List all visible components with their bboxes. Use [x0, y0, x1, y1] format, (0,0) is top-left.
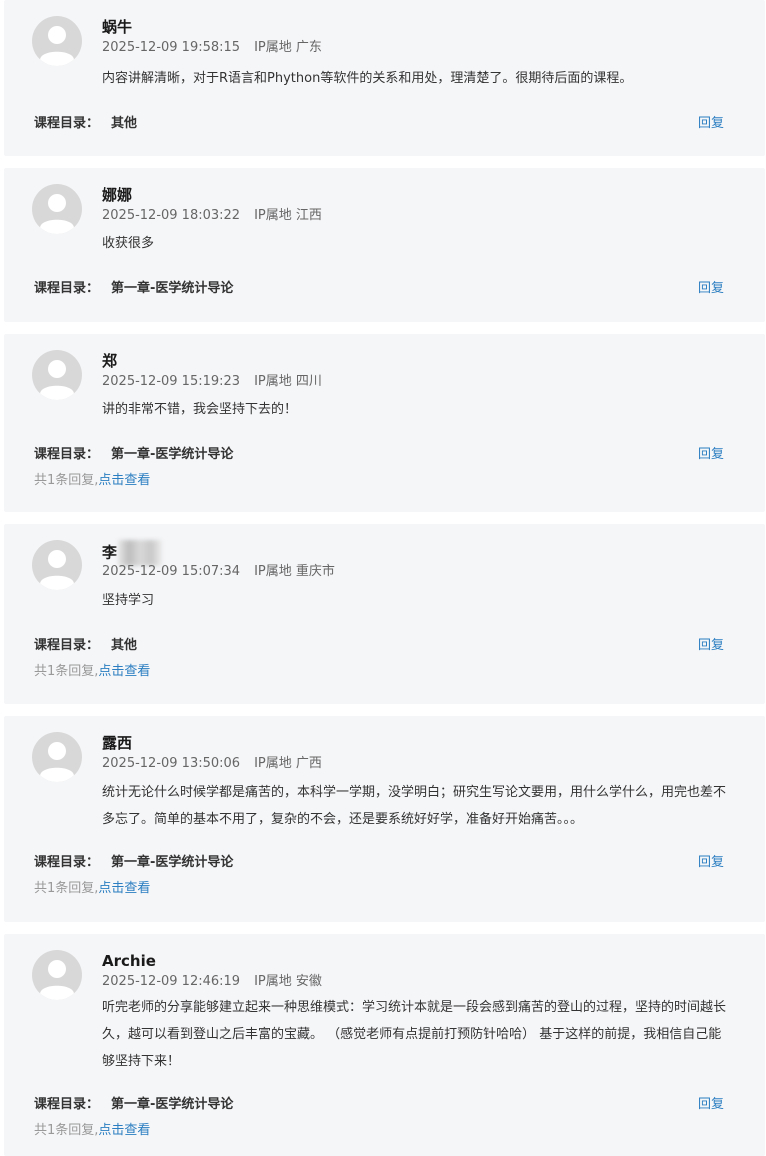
user-name[interactable]: Archie [102, 950, 156, 972]
view-replies-link[interactable]: 点击查看 [98, 881, 150, 896]
course-name: 其他 [111, 116, 138, 131]
course-name: 第一章-医学统计导论 [111, 281, 234, 296]
comment-text: 坚持学习 [102, 593, 155, 608]
comment-meta: 2025-12-09 15:07:34 IP属地 重庆市 [102, 563, 335, 581]
reply-button[interactable]: 回复 [698, 637, 724, 655]
course-directory: 课程目录： 第一章-医学统计导论 [34, 1096, 233, 1114]
comment-meta: 2025-12-09 19:58:15 IP属地 广东 [102, 39, 322, 57]
reply-button[interactable]: 回复 [698, 446, 724, 464]
timestamp: 2025-12-09 19:58:15 [102, 40, 241, 55]
course-name: 第一章-医学统计导论 [111, 855, 234, 870]
user-avatar-icon [40, 360, 74, 400]
user-name[interactable]: 郑 [102, 350, 117, 372]
course-directory: 课程目录： 第一章-医学统计导论 [34, 854, 233, 872]
course-label: 课程目录： [34, 447, 100, 462]
view-replies-link[interactable]: 点击查看 [98, 664, 150, 679]
ip-location: IP属地 重庆市 [254, 564, 335, 579]
reply-count: 共1条回复, [34, 473, 99, 488]
comment-text: 讲的非常不错，我会坚持下去的！ [102, 402, 298, 417]
course-directory: 课程目录： 第一章-医学统计导论 [34, 280, 233, 298]
course-label: 课程目录： [34, 281, 100, 296]
view-replies-link[interactable]: 点击查看 [98, 473, 150, 488]
user-avatar-icon [40, 26, 74, 66]
course-name: 第一章-医学统计导论 [111, 447, 234, 462]
ip-location: IP属地 四川 [254, 374, 322, 389]
reply-button[interactable]: 回复 [698, 1096, 724, 1114]
timestamp: 2025-12-09 13:50:06 [102, 756, 241, 771]
reply-button[interactable]: 回复 [698, 854, 724, 872]
course-name: 其他 [111, 638, 138, 653]
reply-count: 共1条回复, [34, 664, 99, 679]
reply-count: 共1条回复, [34, 1123, 99, 1138]
user-avatar-icon [40, 194, 74, 234]
avatar[interactable] [32, 184, 82, 234]
course-name: 第一章-医学统计导论 [111, 1097, 234, 1112]
ip-location: IP属地 广西 [254, 756, 322, 771]
comment-feed: 蜗牛 2025-12-09 19:58:15 IP属地 广东 内容讲解清晰，对于R… [0, 0, 766, 1156]
comment-card: 露西 2025-12-09 13:50:06 IP属地 广西 统计无论什么时候学都… [4, 716, 765, 922]
course-directory: 课程目录： 其他 [34, 115, 137, 133]
ip-location: IP属地 江西 [254, 208, 322, 223]
comment-card: 娜娜 2025-12-09 18:03:22 IP属地 江西 收获很多 课程目录：… [4, 168, 765, 322]
comment-card: 蜗牛 2025-12-09 19:58:15 IP属地 广东 内容讲解清晰，对于R… [4, 0, 765, 156]
reply-summary: 共1条回复,点击查看 [34, 663, 150, 681]
user-avatar-icon [40, 960, 74, 1000]
comment-card: 郑 2025-12-09 15:19:23 IP属地 四川 讲的非常不错，我会坚持… [4, 334, 765, 512]
user-name[interactable]: 露西 [102, 732, 132, 754]
timestamp: 2025-12-09 12:46:19 [102, 974, 241, 989]
avatar[interactable] [32, 16, 82, 66]
avatar[interactable] [32, 350, 82, 400]
course-label: 课程目录： [34, 855, 100, 870]
avatar[interactable] [32, 540, 82, 590]
comment-meta: 2025-12-09 18:03:22 IP属地 江西 [102, 207, 322, 225]
timestamp: 2025-12-09 18:03:22 [102, 208, 241, 223]
comment-card: 李 2025-12-09 15:07:34 IP属地 重庆市 坚持学习 课程目录：… [4, 524, 765, 704]
comment-meta: 2025-12-09 13:50:06 IP属地 广西 [102, 755, 322, 773]
course-label: 课程目录： [34, 116, 100, 131]
user-avatar-icon [40, 742, 74, 782]
comment-meta: 2025-12-09 15:19:23 IP属地 四川 [102, 373, 322, 391]
reply-summary: 共1条回复,点击查看 [34, 1122, 150, 1140]
user-name-text: 李 [102, 543, 118, 562]
user-name[interactable]: 蜗牛 [102, 16, 132, 38]
user-avatar-icon [40, 550, 74, 590]
comment-text: 内容讲解清晰，对于R语言和Phython等软件的关系和用处，理清楚了。很期待后面… [102, 71, 633, 86]
comment-text: 收获很多 [102, 236, 155, 251]
reply-summary: 共1条回复,点击查看 [34, 880, 150, 898]
reply-summary: 共1条回复,点击查看 [34, 472, 150, 490]
comment-text: 听完老师的分享能够建立起来一种思维模式：学习统计本就是一段会感到痛苦的登山的过程… [102, 1000, 727, 1069]
course-label: 课程目录： [34, 638, 100, 653]
timestamp: 2025-12-09 15:19:23 [102, 374, 241, 389]
comment-text: 统计无论什么时候学都是痛苦的，本科学一学期，没学明白；研究生写论文要用，用什么学… [102, 785, 727, 827]
timestamp: 2025-12-09 15:07:34 [102, 564, 241, 579]
view-replies-link[interactable]: 点击查看 [98, 1123, 150, 1138]
reply-count: 共1条回复, [34, 881, 99, 896]
avatar[interactable] [32, 950, 82, 1000]
comment-meta: 2025-12-09 12:46:19 IP属地 安徽 [102, 973, 322, 991]
course-directory: 课程目录： 其他 [34, 637, 137, 655]
comment-card: Archie 2025-12-09 12:46:19 IP属地 安徽 听完老师的分… [4, 934, 765, 1156]
user-name[interactable]: 娜娜 [102, 184, 132, 206]
ip-location: IP属地 广东 [254, 40, 322, 55]
course-directory: 课程目录： 第一章-医学统计导论 [34, 446, 233, 464]
ip-location: IP属地 安徽 [254, 974, 322, 989]
course-label: 课程目录： [34, 1097, 100, 1112]
avatar[interactable] [32, 732, 82, 782]
reply-button[interactable]: 回复 [698, 280, 724, 298]
reply-button[interactable]: 回复 [698, 115, 724, 133]
